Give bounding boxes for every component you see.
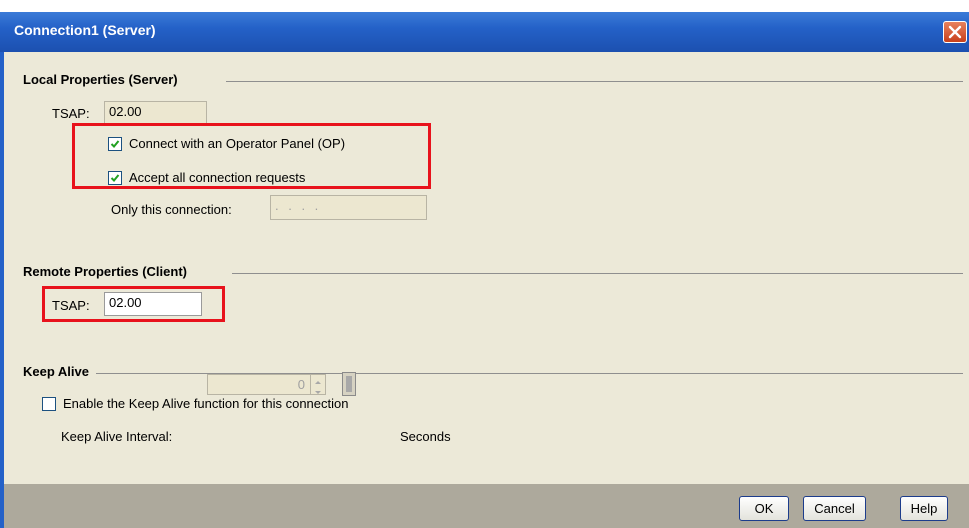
only-this-connection-label: Only this connection: [111,202,232,217]
keep-alive-enable-label: Enable the Keep Alive function for this … [63,396,349,411]
interval-spinner[interactable] [310,374,326,395]
ok-button[interactable]: OK [739,496,789,521]
dialog-window: Connection1 (Server) Local Properties (S… [0,0,969,528]
cancel-button[interactable]: Cancel [803,496,866,521]
close-button[interactable] [943,21,967,43]
help-button[interactable]: Help [900,496,948,521]
interval-slider-handle[interactable] [342,372,356,396]
spin-down-button[interactable] [311,385,325,394]
remote-properties-heading: Remote Properties (Client) [23,264,187,279]
local-properties-divider [226,81,963,82]
keep-alive-checkbox[interactable] [42,397,56,411]
local-tsap-label: TSAP: [52,106,90,121]
local-properties-heading: Local Properties (Server) [23,72,178,87]
keep-alive-heading: Keep Alive [23,364,89,379]
keep-alive-interval-label: Keep Alive Interval: [61,429,173,444]
spin-up-button[interactable] [311,375,325,384]
keep-alive-interval-field[interactable]: 0 [207,374,311,395]
seconds-label: Seconds [400,429,451,444]
window-title: Connection1 (Server) [14,22,156,38]
slider-grip-icon [346,376,352,392]
only-this-connection-field[interactable]: . . . . [270,195,427,220]
close-icon [948,25,962,39]
dialog-content: Local Properties (Server) TSAP: 02.00 Co… [4,52,969,484]
highlight-box-local [72,123,431,189]
spin-down-icon [315,391,321,394]
title-bar[interactable]: Connection1 (Server) [0,12,969,52]
remote-properties-divider [232,273,963,274]
local-tsap-field[interactable]: 02.00 [104,101,207,124]
highlight-box-remote [42,286,225,322]
